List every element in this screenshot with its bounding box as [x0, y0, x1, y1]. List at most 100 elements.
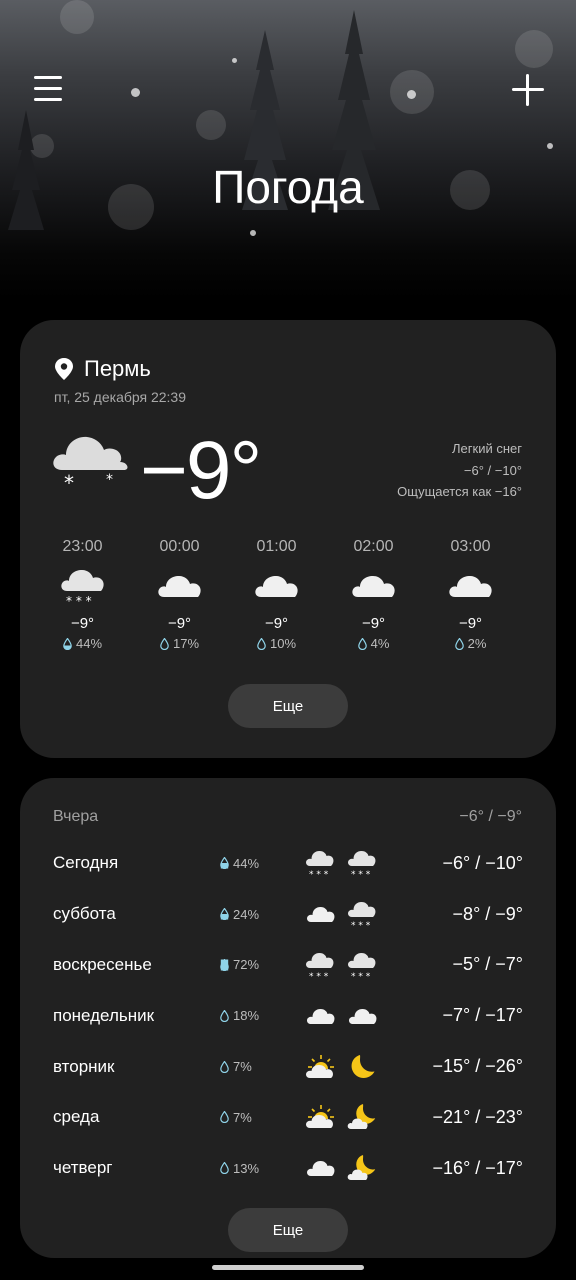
cloud-icon: [300, 1157, 342, 1179]
hourly-item: 01:00 −9° 10%: [228, 538, 325, 651]
day-range: −15° / −26°: [432, 1056, 523, 1077]
home-indicator[interactable]: [212, 1265, 364, 1270]
svg-text:* * *: * * *: [351, 972, 371, 980]
light-snow-icon: * *: [53, 436, 128, 494]
cloud-icon: [448, 576, 492, 597]
svg-text:* * *: * * *: [309, 972, 329, 980]
day-range: −16° / −17°: [432, 1157, 523, 1178]
location-name: Пермь: [84, 356, 151, 381]
temp-range: −6° / −10°: [463, 462, 522, 478]
drop-icon: [220, 1111, 229, 1124]
day-precip: 44%: [233, 855, 260, 871]
svg-text:* * *: * * *: [66, 594, 92, 607]
hour-precip: 2%: [467, 636, 487, 651]
hour-temp: −9°: [264, 615, 289, 632]
daily-row[interactable]: четверг 13% −16° / −17°: [53, 1143, 523, 1194]
hour-temp: −9°: [361, 615, 386, 632]
daily-row[interactable]: вторник 7% −15° / −26°: [53, 1041, 523, 1092]
hour-temp: −9°: [70, 615, 95, 632]
hour-precip: 10%: [269, 636, 297, 651]
yesterday-row: Вчера −6° / −9°: [53, 808, 522, 826]
hour-precip-row: 44%: [34, 636, 131, 651]
day-range: −5° / −7°: [452, 954, 523, 975]
daily-row[interactable]: среда 7% −21° / −23°: [53, 1092, 523, 1143]
daily-more-button[interactable]: Еще: [228, 1208, 348, 1252]
drop-icon: [160, 637, 169, 650]
add-location-button[interactable]: [512, 74, 544, 106]
hourly-forecast[interactable]: 23:00 * * * −9° 44% 00:00 −9° 17% 01:00 …: [34, 538, 534, 651]
hour-time: 00:00: [159, 538, 200, 555]
hourly-item: 00:00 −9° 17%: [131, 538, 228, 651]
hour-time: 03:00: [450, 538, 491, 555]
day-name: четверг: [53, 1158, 113, 1178]
hour-temp: −9°: [458, 615, 483, 632]
hour-temp: −9°: [167, 615, 192, 632]
hour-time: 02:00: [353, 538, 394, 555]
snow-cloud-icon: * * *: [342, 899, 384, 929]
daily-row[interactable]: понедельник 18% −7° / −17°: [53, 990, 523, 1041]
hourly-item: 03:00 −9° 2%: [422, 538, 519, 651]
snow-cloud-icon: * * *: [300, 950, 342, 980]
hamburger-icon: [34, 76, 62, 79]
bokeh: [131, 88, 140, 97]
daily-row[interactable]: воскресенье 72% * * * * * * −5° / −7°: [53, 940, 523, 991]
bokeh: [547, 143, 553, 149]
day-name: среда: [53, 1107, 100, 1127]
yesterday-label: Вчера: [53, 808, 99, 825]
drop-icon: [220, 857, 229, 870]
daily-row[interactable]: суббота 24% * * * −8° / −9°: [53, 889, 523, 940]
svg-text:* * *: * * *: [351, 921, 371, 929]
svg-text:* * *: * * *: [309, 870, 329, 878]
day-precip-row: 13%: [220, 1161, 300, 1176]
day-precip: 7%: [233, 1109, 252, 1125]
hour-precip: 4%: [370, 636, 390, 651]
daily-forecast-card[interactable]: Вчера −6° / −9° Сегодня 44% * * * * * * −6° …: [20, 778, 556, 1258]
location-row: Пермь: [54, 356, 151, 382]
hamburger-icon-line: [34, 87, 62, 90]
svg-text:*: *: [106, 472, 113, 488]
day-precip-row: 72%: [220, 957, 300, 972]
day-name: суббота: [53, 904, 116, 924]
menu-button[interactable]: [34, 76, 62, 102]
drop-icon: [220, 958, 229, 971]
drop-icon: [257, 637, 266, 650]
header-background: Погода: [0, 0, 576, 300]
bokeh: [232, 58, 237, 63]
hourly-more-button[interactable]: Еще: [228, 684, 348, 728]
day-precip: 13%: [233, 1160, 260, 1176]
cloud-icon: [351, 576, 395, 597]
day-precip: 7%: [233, 1059, 252, 1075]
hour-precip-row: 10%: [228, 636, 325, 651]
drop-icon: [63, 637, 72, 650]
current-weather-card[interactable]: Пермь пт, 25 декабря 22:39 * * −9° Легки…: [20, 320, 556, 758]
day-precip-row: 7%: [220, 1059, 300, 1074]
moon-icon: [342, 1053, 384, 1081]
cloud-icon: [157, 576, 201, 597]
hour-precip: 17%: [172, 636, 200, 651]
daily-row[interactable]: Сегодня 44% * * * * * * −6° / −10°: [53, 838, 523, 889]
day-name: вторник: [53, 1056, 115, 1076]
day-range: −8° / −9°: [452, 903, 523, 924]
day-precip-row: 7%: [220, 1110, 300, 1125]
condition-summary: Легкий снег −6° / −10° Ощущается как −16…: [397, 438, 522, 503]
day-range: −7° / −17°: [442, 1005, 523, 1026]
hourly-item: 23:00 * * * −9° 44%: [34, 538, 131, 651]
daily-list: Сегодня 44% * * * * * * −6° / −10° суббота 24%…: [53, 838, 523, 1194]
day-name: воскресенье: [53, 954, 152, 974]
day-name: понедельник: [53, 1005, 155, 1025]
day-precip-row: 18%: [220, 1008, 300, 1023]
bokeh: [407, 90, 416, 99]
moon-cloud-icon: [342, 1154, 384, 1182]
day-precip-row: 44%: [220, 856, 300, 871]
drop-icon: [454, 637, 464, 650]
drop-icon: [220, 908, 229, 921]
hamburger-icon-line: [34, 98, 62, 101]
sun-cloud-icon: [300, 1103, 342, 1131]
hour-precip-row: 17%: [131, 636, 228, 651]
svg-text:* * *: * * *: [351, 870, 371, 878]
svg-text:*: *: [64, 471, 74, 494]
snow-cloud-icon: * * *: [342, 950, 384, 980]
drop-icon: [220, 1162, 229, 1175]
hour-time: 23:00: [62, 538, 103, 555]
feels-like: Ощущается как −16°: [397, 484, 522, 499]
